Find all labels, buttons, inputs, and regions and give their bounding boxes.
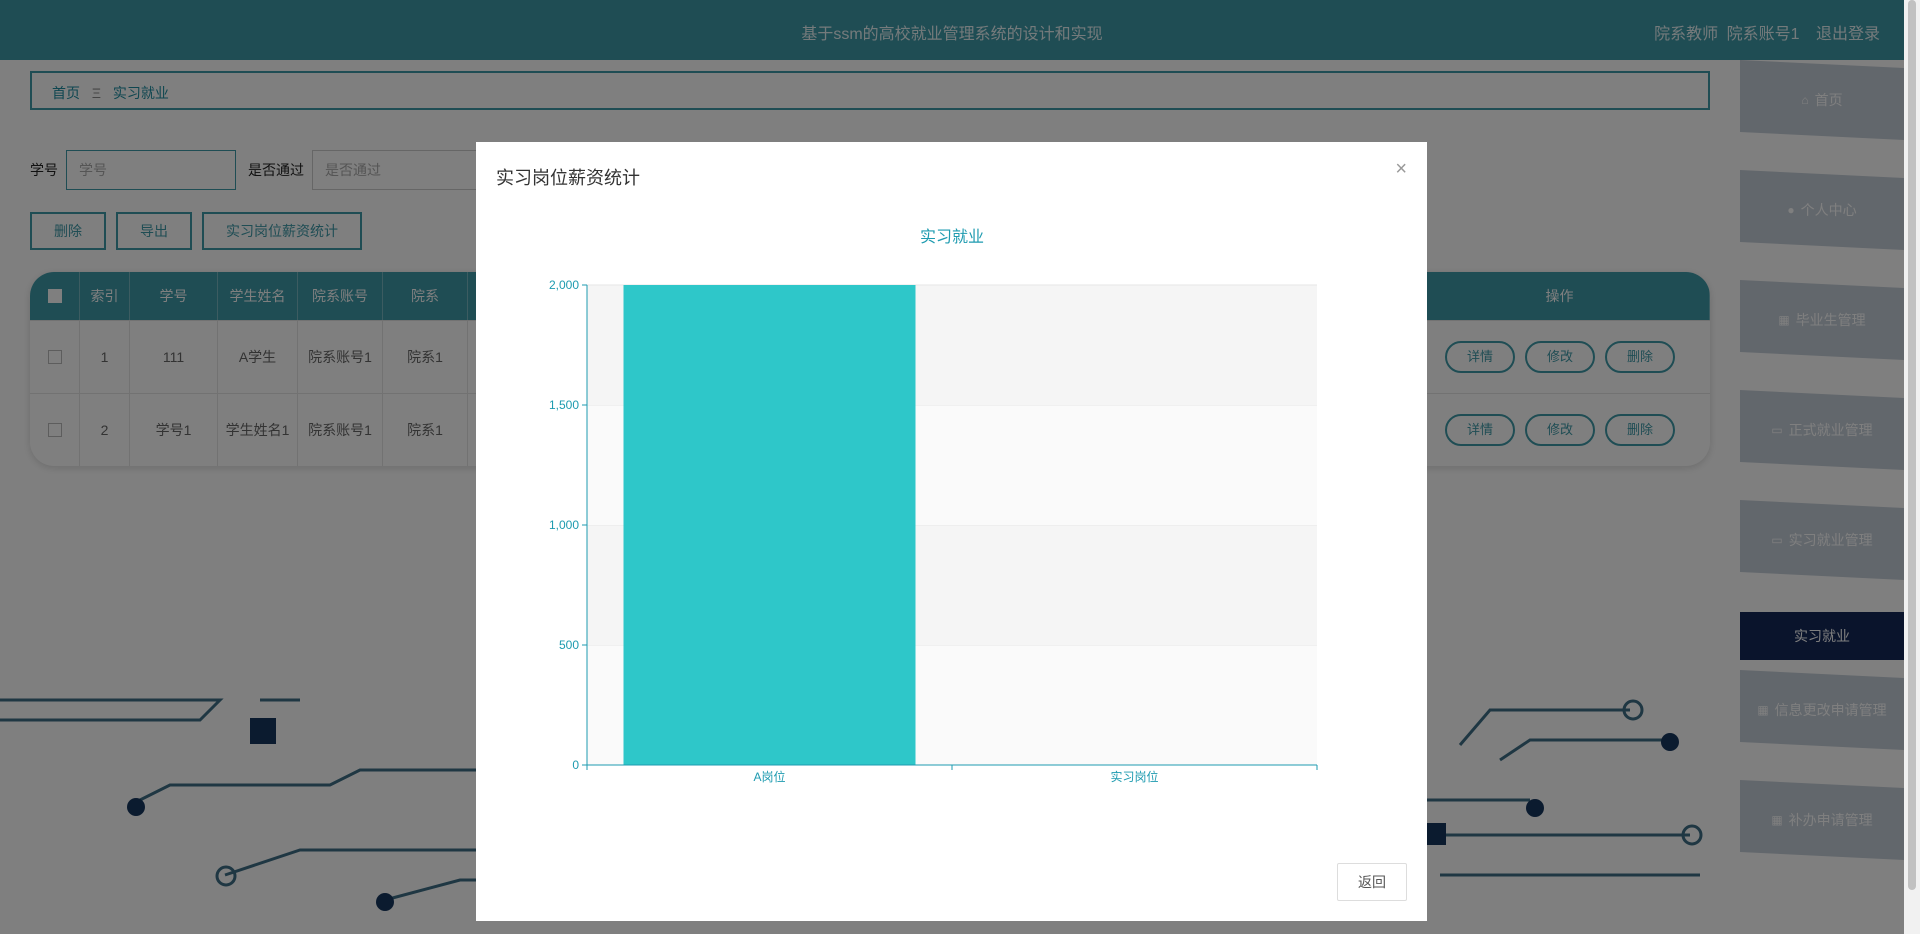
x-tick-label: A岗位 (753, 769, 785, 784)
modal-title: 实习岗位薪资统计 (496, 168, 640, 188)
y-tick-label: 0 (572, 758, 579, 772)
y-tick-label: 1,500 (549, 398, 579, 412)
y-tick-label: 2,000 (549, 278, 579, 292)
page-scrollbar[interactable] (1904, 0, 1920, 934)
salary-stats-modal: 实习岗位薪资统计 × 实习就业 0 500 1,000 1,500 2,000 A岗位 实习岗… (476, 142, 1427, 921)
scrollbar-thumb[interactable] (1908, 0, 1916, 890)
y-tick-label: 1,000 (549, 518, 579, 532)
x-tick-label: 实习岗位 (1110, 769, 1158, 784)
close-icon[interactable]: × (1395, 158, 1407, 181)
chart-title: 实习就业 (920, 228, 984, 246)
y-tick-label: 500 (559, 638, 579, 652)
back-button[interactable]: 返回 (1337, 863, 1407, 901)
salary-bar-chart: 实习就业 0 500 1,000 1,500 2,000 A岗位 实习岗位 (549, 228, 1318, 784)
bar-A岗位 (623, 285, 916, 765)
